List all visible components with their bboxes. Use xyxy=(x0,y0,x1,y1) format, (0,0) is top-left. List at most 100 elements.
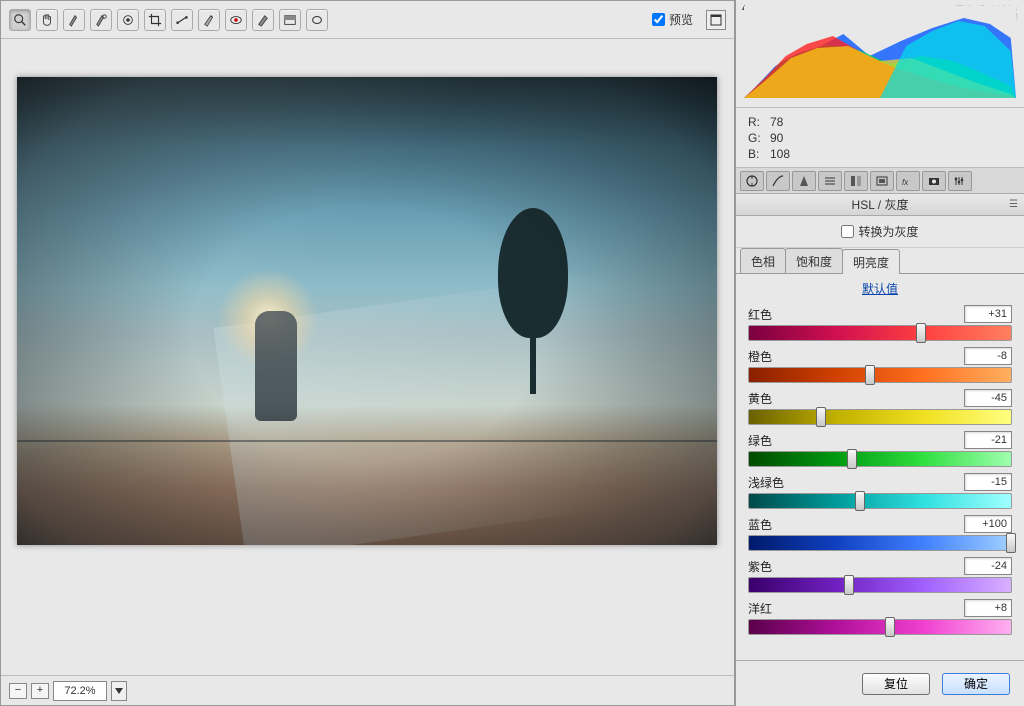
slider-red-label: 红色 xyxy=(748,306,772,323)
zoom-out-button[interactable]: − xyxy=(9,683,27,699)
tab-detail-icon[interactable] xyxy=(792,171,816,191)
tab-hue[interactable]: 色相 xyxy=(740,248,786,273)
r-value: 78 xyxy=(770,114,783,130)
slider-blue-value[interactable]: +100 xyxy=(964,515,1012,533)
preview-checkbox[interactable]: 预览 xyxy=(652,11,693,28)
redeye-tool[interactable] xyxy=(225,9,247,31)
target-adjust-tool[interactable] xyxy=(117,9,139,31)
toolbar: 预览 xyxy=(1,1,734,39)
tab-camera-icon[interactable] xyxy=(922,171,946,191)
slider-orange: 橙色 -8 xyxy=(748,347,1012,383)
rgb-readout: R:78 G:90 B:108 xyxy=(736,108,1024,168)
tab-split-icon[interactable] xyxy=(844,171,868,191)
left-panel: 预览 − + 72.2% xyxy=(0,0,735,706)
straighten-tool[interactable] xyxy=(171,9,193,31)
slider-green: 绿色 -21 xyxy=(748,431,1012,467)
section-menu-icon[interactable]: ☰ xyxy=(1009,199,1018,210)
color-sampler-tool[interactable] xyxy=(90,9,112,31)
b-label: B: xyxy=(748,146,770,162)
slider-aqua-value[interactable]: -15 xyxy=(964,473,1012,491)
slider-yellow-thumb[interactable] xyxy=(816,407,826,427)
slider-green-label: 绿色 xyxy=(748,432,772,449)
zoom-bar: − + 72.2% xyxy=(1,675,734,705)
convert-grayscale-label: 转换为灰度 xyxy=(858,223,918,240)
svg-text:fx: fx xyxy=(902,178,909,187)
slider-magenta: 洋红 +8 xyxy=(748,599,1012,635)
slider-orange-label: 橙色 xyxy=(748,348,772,365)
sliders-container: 红色 +31 橙色 -8 黄色 -45 绿色 -21 浅绿色 -15 蓝色 +100 xyxy=(736,301,1024,660)
slider-aqua-thumb[interactable] xyxy=(855,491,865,511)
hsl-subtabs: 色相 饱和度 明亮度 xyxy=(736,248,1024,274)
zoom-value[interactable]: 72.2% xyxy=(53,681,107,701)
slider-green-value[interactable]: -21 xyxy=(964,431,1012,449)
photo-content xyxy=(17,77,717,545)
slider-yellow-value[interactable]: -45 xyxy=(964,389,1012,407)
slider-red-value[interactable]: +31 xyxy=(964,305,1012,323)
histogram-panel: ▲ 思缘设计论坛 WWW.MISSYUAN.COM xyxy=(736,0,1024,108)
slider-magenta-value[interactable]: +8 xyxy=(964,599,1012,617)
slider-aqua-track[interactable] xyxy=(748,493,1012,509)
slider-green-thumb[interactable] xyxy=(847,449,857,469)
right-panel: ▲ 思缘设计论坛 WWW.MISSYUAN.COM R:78 G:90 B:10… xyxy=(735,0,1024,706)
tab-lens-icon[interactable] xyxy=(870,171,894,191)
slider-green-track[interactable] xyxy=(748,451,1012,467)
slider-orange-thumb[interactable] xyxy=(865,365,875,385)
slider-red-track[interactable] xyxy=(748,325,1012,341)
white-balance-tool[interactable] xyxy=(63,9,85,31)
tab-fx-icon[interactable]: fx xyxy=(896,171,920,191)
slider-purple-thumb[interactable] xyxy=(844,575,854,595)
ok-button[interactable]: 确定 xyxy=(942,673,1010,695)
tab-basic-icon[interactable] xyxy=(740,171,764,191)
spot-removal-tool[interactable] xyxy=(198,9,220,31)
zoom-tool[interactable] xyxy=(9,9,31,31)
tab-hsl-icon[interactable] xyxy=(818,171,842,191)
r-label: R: xyxy=(748,114,770,130)
gradient-filter-tool[interactable] xyxy=(279,9,301,31)
convert-grayscale-checkbox[interactable] xyxy=(841,225,854,238)
g-label: G: xyxy=(748,130,770,146)
slider-blue: 蓝色 +100 xyxy=(748,515,1012,551)
section-header: HSL / 灰度 ☰ xyxy=(736,194,1024,216)
slider-purple-label: 紫色 xyxy=(748,558,772,575)
slider-purple: 紫色 -24 xyxy=(748,557,1012,593)
zoom-menu-button[interactable] xyxy=(111,681,127,701)
adjustment-brush-tool[interactable] xyxy=(252,9,274,31)
slider-red: 红色 +31 xyxy=(748,305,1012,341)
slider-blue-thumb[interactable] xyxy=(1006,533,1016,553)
slider-yellow-label: 黄色 xyxy=(748,390,772,407)
g-value: 90 xyxy=(770,130,783,146)
slider-orange-value[interactable]: -8 xyxy=(964,347,1012,365)
slider-blue-track[interactable] xyxy=(748,535,1012,551)
slider-blue-label: 蓝色 xyxy=(748,516,772,533)
crop-tool[interactable] xyxy=(144,9,166,31)
preview-label: 预览 xyxy=(669,11,693,28)
tab-luminance[interactable]: 明亮度 xyxy=(842,249,900,274)
slider-yellow-track[interactable] xyxy=(748,409,1012,425)
tab-saturation[interactable]: 饱和度 xyxy=(785,248,843,273)
tab-curve-icon[interactable] xyxy=(766,171,790,191)
slider-red-thumb[interactable] xyxy=(916,323,926,343)
histogram[interactable] xyxy=(744,6,1016,98)
image-preview[interactable] xyxy=(17,77,717,545)
slider-aqua-label: 浅绿色 xyxy=(748,474,784,491)
b-value: 108 xyxy=(770,146,790,162)
preview-checkbox-input[interactable] xyxy=(652,13,665,26)
tab-presets-icon[interactable] xyxy=(948,171,972,191)
app-root: 预览 − + 72.2% xyxy=(0,0,1024,706)
slider-purple-value[interactable]: -24 xyxy=(964,557,1012,575)
section-title: HSL / 灰度 xyxy=(852,196,909,213)
slider-magenta-track[interactable] xyxy=(748,619,1012,635)
zoom-in-button[interactable]: + xyxy=(31,683,49,699)
fullscreen-button[interactable] xyxy=(706,10,726,30)
radial-filter-tool[interactable] xyxy=(306,9,328,31)
defaults-link[interactable]: 默认值 xyxy=(862,282,898,296)
slider-orange-track[interactable] xyxy=(748,367,1012,383)
panel-icon-tabs: fx xyxy=(736,168,1024,194)
slider-aqua: 浅绿色 -15 xyxy=(748,473,1012,509)
slider-magenta-thumb[interactable] xyxy=(885,617,895,637)
convert-grayscale-row: 转换为灰度 xyxy=(736,216,1024,248)
hand-tool[interactable] xyxy=(36,9,58,31)
reset-button[interactable]: 复位 xyxy=(862,673,930,695)
slider-purple-track[interactable] xyxy=(748,577,1012,593)
slider-magenta-label: 洋红 xyxy=(748,600,772,617)
